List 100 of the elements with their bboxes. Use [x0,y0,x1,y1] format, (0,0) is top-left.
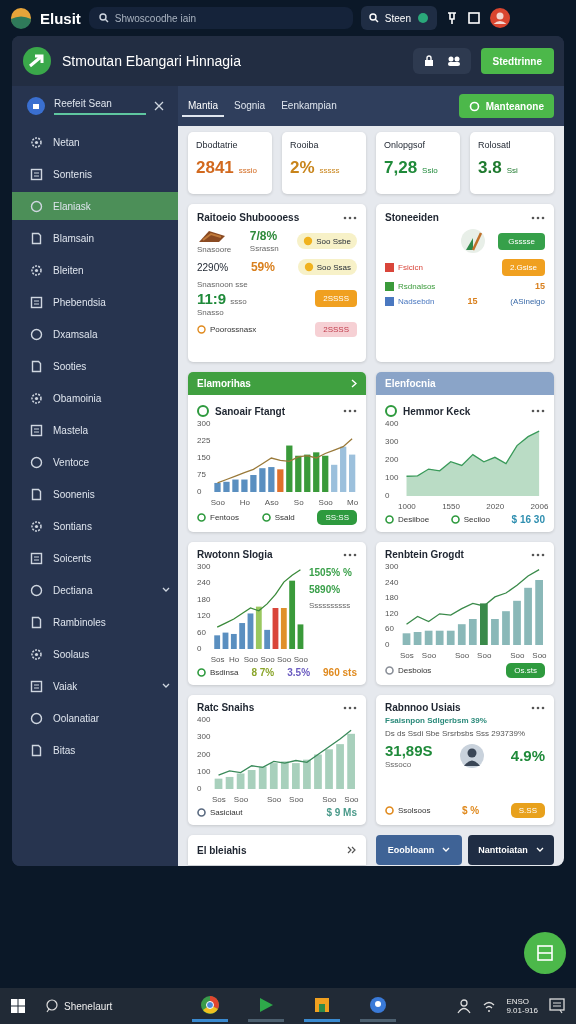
search-field[interactable]: Shwoscoodhe iain [88,7,353,29]
footer-pill[interactable]: Os.sts [506,663,545,678]
y-tick-label: 200 [385,456,399,464]
footer-value: $ 16 30 [511,514,545,525]
sidebar-item[interactable]: Netan [12,128,178,156]
dropdown-button[interactable]: Eoobloann [376,835,462,865]
share-value: 2290% [197,261,229,273]
stat-title: Rooiba [290,140,320,150]
legend-label: Poorossnasx [210,325,257,334]
people-icon[interactable] [446,55,461,67]
chart-bar [425,630,433,645]
chart-bar [491,619,500,645]
sidebar-item[interactable]: Bleiten [12,256,178,284]
balance-amount: 31,89S [385,742,433,759]
y-tick-label: 180 [197,595,211,604]
wood-pile-drawing [197,228,227,244]
sidebar-title: Reefeit Sean [54,97,146,115]
more-icon[interactable] [531,215,545,220]
search-icon [368,13,379,23]
sidebar-item[interactable]: Soicents [12,544,178,572]
sidebar-item[interactable]: Soolaus [12,640,178,668]
search-button[interactable]: Steen [360,6,437,30]
sidebar-item[interactable]: Vaiak [12,672,178,700]
avatar-icon[interactable] [489,7,511,29]
chart-bar [232,479,239,492]
sidebar-item[interactable]: Mastela [12,416,178,444]
windows-start-icon[interactable] [10,998,26,1014]
sidebar-item[interactable]: Dxamsala [12,320,178,348]
status-dot-icon [417,12,429,24]
caret-icon [535,847,544,853]
x-tick-label: Soo [322,796,337,804]
tab[interactable]: Sognia [228,95,272,117]
sidebar-item[interactable]: Ventoce [12,448,178,476]
more-icon[interactable] [343,552,357,557]
app-name: Elusit [40,9,81,27]
chart-bar [349,454,356,492]
card-title: Renbtein Grogdt [385,549,465,560]
taskbar-search[interactable]: Shenelaurt [36,999,123,1013]
sidebar-item[interactable]: Obamoinia [12,384,178,412]
stat-title: Rolosatl [478,140,512,150]
more-icon[interactable] [531,705,545,710]
close-icon[interactable] [154,101,164,111]
rate-caption: Ssrassn [249,244,279,253]
y-tick-label: 100 [385,474,399,482]
more-icon[interactable] [343,215,357,220]
card-title: Rabnnoo Usiais [385,702,462,713]
sidebar-item[interactable]: Sooties [12,352,178,380]
status-link[interactable]: (ASineigo [510,296,545,306]
people-icon[interactable] [456,998,473,1014]
sidebar-item[interactable]: Bitas [12,736,178,764]
share-rate: 59% [250,260,275,274]
legend-label: Bsdinsa [210,668,239,677]
footer-pill[interactable]: 2SSSS [315,322,357,337]
x-tick-label: 1550 [442,503,460,511]
tab[interactable]: Eenkampian [275,95,343,117]
y-tick-label: 120 [385,609,399,618]
lock-icon[interactable] [422,55,435,67]
chart-bar [447,630,455,645]
more-icon[interactable] [343,705,357,710]
footer-value: $ % [462,805,480,816]
footer-pill[interactable]: SS:SS [317,510,357,525]
chart-bar [331,464,338,492]
card-header-title: Elamorihas [197,378,251,389]
y-tick-label: 0 [197,785,203,793]
footer-value: 960 sts [323,667,357,678]
chart-bar [524,587,533,645]
dropdown-button[interactable]: Nanttoiatan [468,835,554,865]
window-icon[interactable] [467,11,481,25]
logo-icon [10,7,32,29]
document-icon [30,743,43,757]
sidebar-item[interactable]: Rambinoles [12,608,178,636]
wifi-icon[interactable] [482,999,497,1013]
legend-label: Ssald [274,513,295,522]
chart-bar [535,580,544,645]
double-chevron-icon[interactable] [347,846,357,854]
sidebar-item[interactable]: Soonenis [12,480,178,508]
x-tick-label: Sos [210,656,225,664]
sidebar-item[interactable]: Blamsain [12,224,178,252]
sidebar-item[interactable]: Dectiana [12,576,178,604]
sidebar-item[interactable]: Phebendsia [12,288,178,316]
sidebar-item[interactable]: Sontians [12,512,178,540]
x-tick-label: Soo [293,656,308,664]
pin-icon[interactable] [445,11,459,25]
coin-badge[interactable]: Soo Ssbe [297,233,357,249]
chevron-icon[interactable] [351,379,357,388]
total-unit: ssso [230,297,247,306]
list-icon [30,167,43,181]
legend-label: Seciioo [463,515,490,524]
tab[interactable]: Mantia [182,95,224,117]
layout-fab-button[interactable] [524,932,566,974]
x-tick-label: Sos [400,652,414,660]
legend-label: Ssolsoos [398,806,431,815]
more-icon[interactable] [343,409,357,413]
more-icon[interactable] [531,409,545,413]
coin-badge[interactable]: Soo Ssas [297,259,357,275]
y-tick-label: 240 [385,578,399,587]
more-icon[interactable] [531,552,545,557]
notification-icon[interactable] [548,997,566,1015]
sidebar-item[interactable]: Sontenis [12,160,178,188]
sidebar-item[interactable]: Oolanatiar [12,704,178,732]
